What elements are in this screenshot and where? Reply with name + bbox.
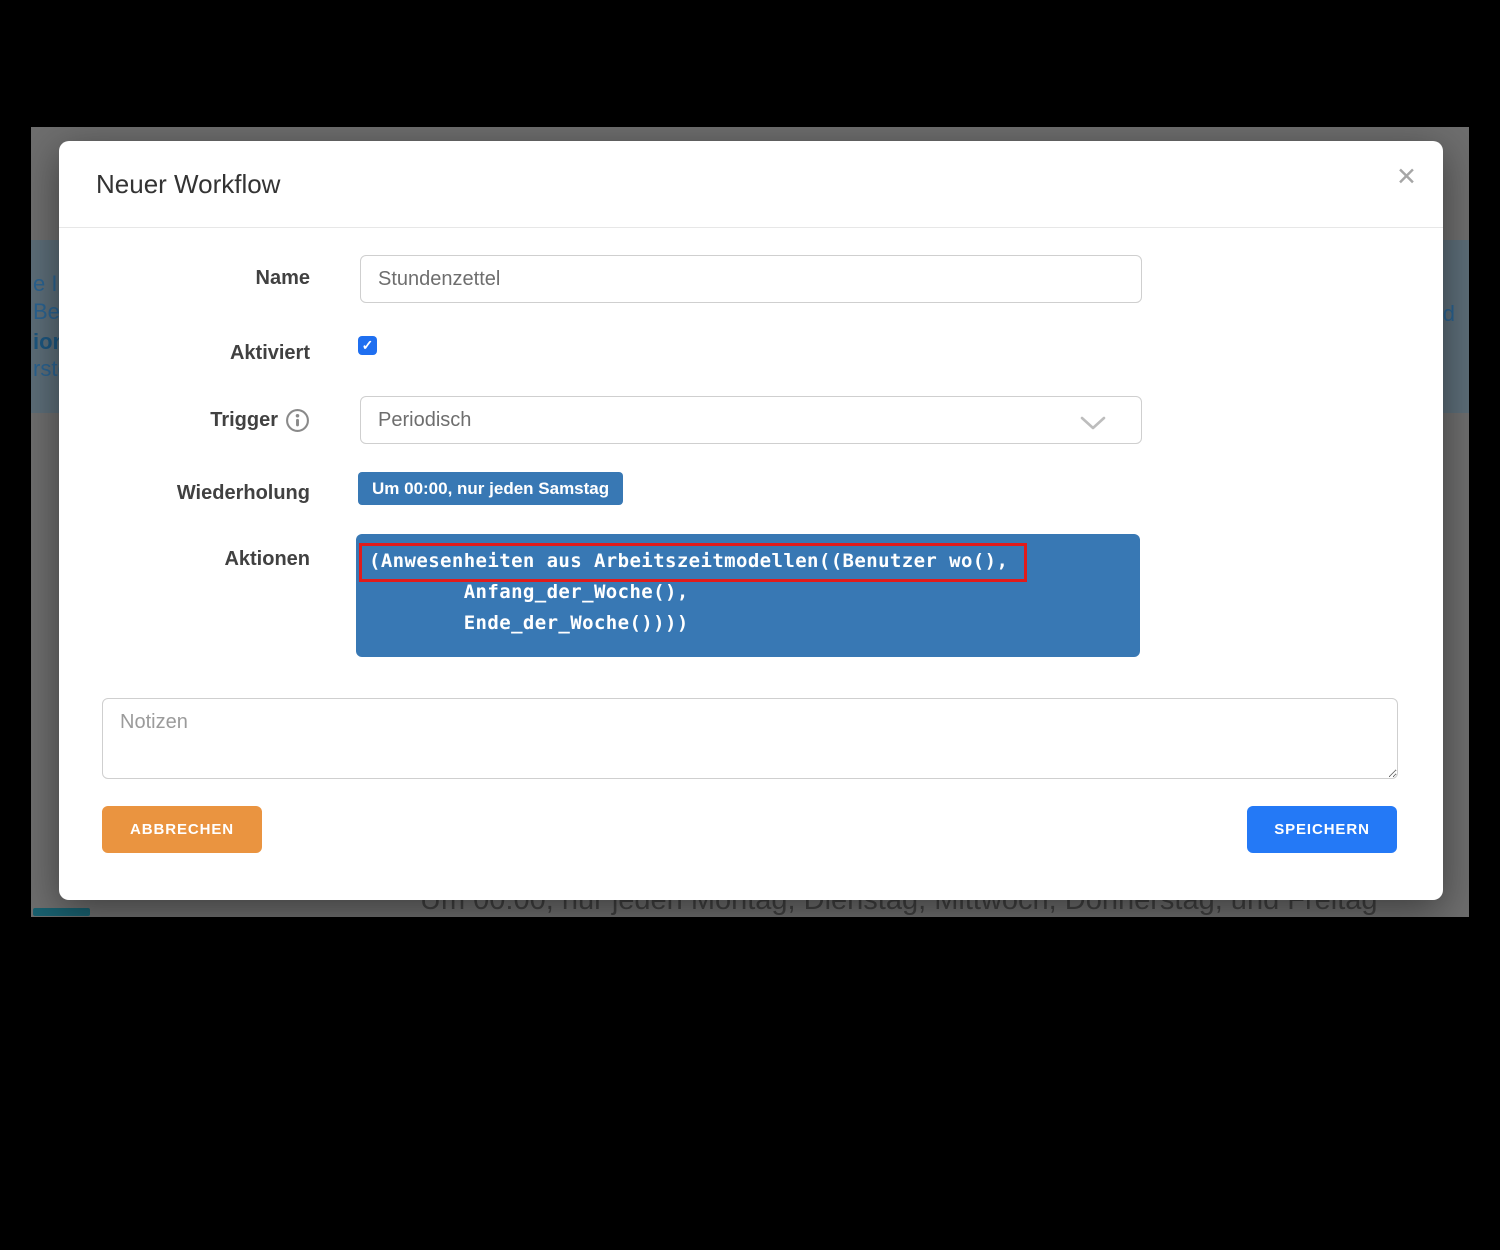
new-workflow-dialog: Neuer Workflow ✕ Name Aktiviert ✓ Trigge… bbox=[59, 141, 1443, 900]
notes-textarea[interactable] bbox=[102, 698, 1398, 779]
trigger-label: Trigger bbox=[59, 408, 310, 433]
trigger-label-text: Trigger bbox=[210, 409, 278, 432]
code-line: Ende_der_Woche()))) bbox=[369, 608, 1127, 639]
name-label: Name bbox=[59, 267, 310, 290]
cancel-button[interactable]: ABBRECHEN bbox=[102, 806, 262, 853]
name-label-text: Name bbox=[256, 267, 310, 290]
background-teal-element bbox=[33, 908, 90, 916]
schedule-badge: Um 00:00, nur jeden Samstag bbox=[358, 472, 623, 505]
save-button[interactable]: SPEICHERN bbox=[1247, 806, 1397, 853]
wiederholung-label-text: Wiederholung bbox=[177, 482, 310, 505]
aktiviert-checkbox[interactable]: ✓ bbox=[358, 336, 377, 355]
dialog-title: Neuer Workflow bbox=[96, 169, 280, 200]
name-input[interactable] bbox=[360, 255, 1142, 303]
dialog-header: Neuer Workflow ✕ bbox=[59, 141, 1443, 228]
trigger-selected-value: Periodisch bbox=[378, 409, 471, 432]
close-icon[interactable]: ✕ bbox=[1396, 165, 1417, 190]
chevron-down-icon bbox=[1079, 414, 1107, 437]
aktiviert-label: Aktiviert bbox=[59, 342, 310, 365]
checkmark-icon: ✓ bbox=[362, 337, 374, 354]
trigger-select[interactable]: Periodisch bbox=[360, 396, 1142, 444]
aktiviert-label-text: Aktiviert bbox=[230, 342, 310, 365]
code-line: (Anwesenheiten aus Arbeitszeitmodellen((… bbox=[369, 546, 1127, 577]
actions-code-block[interactable]: (Anwesenheiten aus Arbeitszeitmodellen((… bbox=[356, 534, 1140, 657]
info-icon[interactable] bbox=[285, 408, 310, 433]
aktionen-label: Aktionen bbox=[59, 548, 310, 571]
code-line: Anfang_der_Woche(), bbox=[369, 577, 1127, 608]
aktionen-label-text: Aktionen bbox=[224, 548, 310, 571]
wiederholung-label: Wiederholung bbox=[59, 482, 310, 505]
